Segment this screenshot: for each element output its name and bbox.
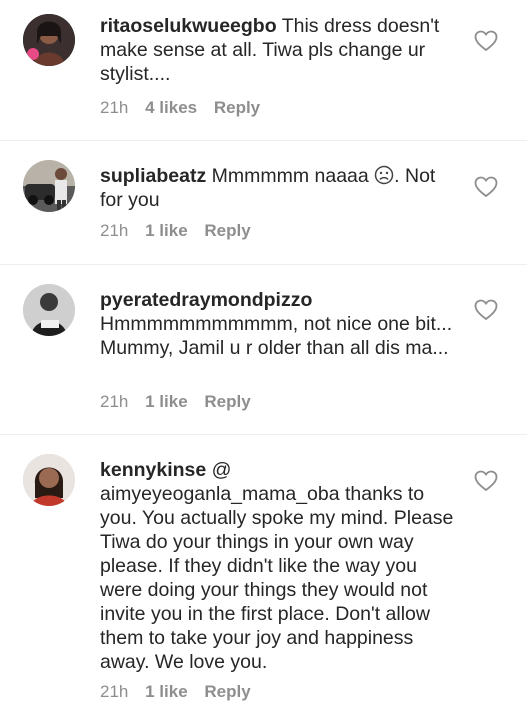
reply-button[interactable]: Reply	[204, 682, 250, 701]
comment-time: 21h	[100, 98, 129, 117]
comment-text: Mmmmmm naaaa	[211, 165, 369, 187]
comment-time: 21h	[100, 221, 129, 240]
frowning-face-icon	[374, 165, 394, 185]
comment-username[interactable]: supliabeatz	[100, 165, 206, 187]
heart-icon[interactable]	[474, 299, 498, 321]
comment-body: supliabeatz Mmmmmm naaaa . Not for you	[100, 164, 462, 212]
comment-time: 21h	[100, 682, 129, 701]
comment-item: ritaoselukwueegbo This dress doesn't mak…	[0, 0, 527, 140]
comment-username[interactable]: ritaoselukwueegbo	[100, 15, 277, 37]
heart-icon[interactable]	[474, 30, 498, 52]
comment-likes[interactable]: 1 like	[145, 221, 188, 240]
comment-body: kennykinse @ aimyeyeoganla_mama_oba than…	[100, 458, 462, 674]
heart-icon[interactable]	[474, 470, 498, 492]
comment-meta: 21h 1 like Reply	[100, 392, 263, 412]
comment-meta: 21h 4 likes Reply	[100, 98, 272, 118]
comment-text: Hmmmmmmmmmmm, not nice one bit... Mummy,…	[100, 313, 453, 359]
heart-icon[interactable]	[474, 176, 498, 198]
comment-meta: 21h 1 like Reply	[100, 682, 263, 702]
comment-likes[interactable]: 4 likes	[145, 98, 197, 117]
reply-button[interactable]: Reply	[214, 98, 260, 117]
comment-time: 21h	[100, 392, 129, 411]
comment-item: pyeratedraymondpizzo Hmmmmmmmmmmm, not n…	[0, 264, 527, 434]
avatar[interactable]	[23, 284, 75, 336]
avatar[interactable]	[23, 454, 75, 506]
comment-likes[interactable]: 1 like	[145, 682, 188, 701]
comment-body: pyeratedraymondpizzo Hmmmmmmmmmmm, not n…	[100, 288, 462, 360]
comment-username[interactable]: kennykinse	[100, 459, 206, 481]
avatar[interactable]	[23, 14, 75, 66]
comment-item: supliabeatz Mmmmmm naaaa . Not for you 2…	[0, 140, 527, 264]
avatar[interactable]	[23, 160, 75, 212]
reply-button[interactable]: Reply	[204, 392, 250, 411]
comment-item: kennykinse @ aimyeyeoganla_mama_oba than…	[0, 434, 527, 720]
comment-text: @ aimyeyeoganla_mama_oba thanks to you. …	[100, 459, 454, 673]
comment-username[interactable]: pyeratedraymondpizzo	[100, 289, 312, 311]
comment-meta: 21h 1 like Reply	[100, 221, 263, 241]
comment-likes[interactable]: 1 like	[145, 392, 188, 411]
reply-button[interactable]: Reply	[204, 221, 250, 240]
comment-body: ritaoselukwueegbo This dress doesn't mak…	[100, 14, 462, 86]
